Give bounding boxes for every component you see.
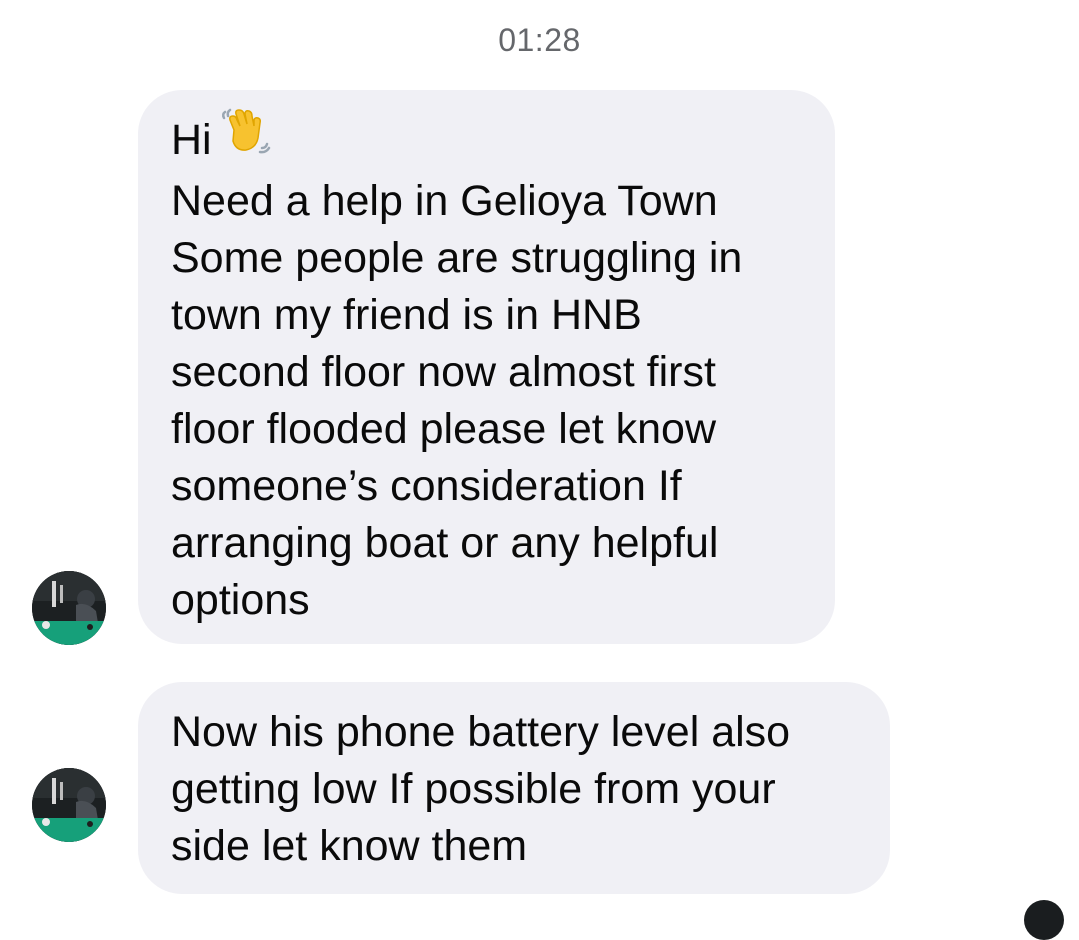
- message-line: options: [171, 576, 310, 625]
- message-line: arranging boat or any helpful: [171, 519, 719, 568]
- sender-avatar[interactable]: [32, 768, 106, 842]
- message-line: getting low If possible from your: [171, 765, 776, 813]
- message-line: Some people are struggling in: [171, 234, 743, 283]
- waving-hand-icon: [220, 108, 272, 169]
- message-line: floor flooded please let know: [171, 405, 717, 454]
- avatar-image: [32, 571, 106, 645]
- message-text: Hi: [171, 116, 212, 164]
- avatar-image: [32, 768, 106, 842]
- message-line: Hi: [171, 108, 805, 173]
- read-receipt-avatar: [1024, 900, 1064, 940]
- message-bubble[interactable]: Now his phone battery level also getting…: [138, 682, 890, 894]
- message-line: Need a help in Gelioya Town: [171, 177, 718, 226]
- message-line: Now his phone battery level also: [171, 708, 791, 756]
- chat-timestamp: 01:28: [498, 22, 581, 58]
- message-line: someone’s consideration If: [171, 462, 682, 511]
- message-bubble[interactable]: Hi Need a help in Gelioya Town Some peop…: [138, 90, 835, 644]
- message-line: second floor now almost first: [171, 348, 716, 397]
- message-line: town my friend is in HNB: [171, 291, 642, 340]
- message-line: side let know them: [171, 822, 528, 870]
- sender-avatar[interactable]: [32, 571, 106, 645]
